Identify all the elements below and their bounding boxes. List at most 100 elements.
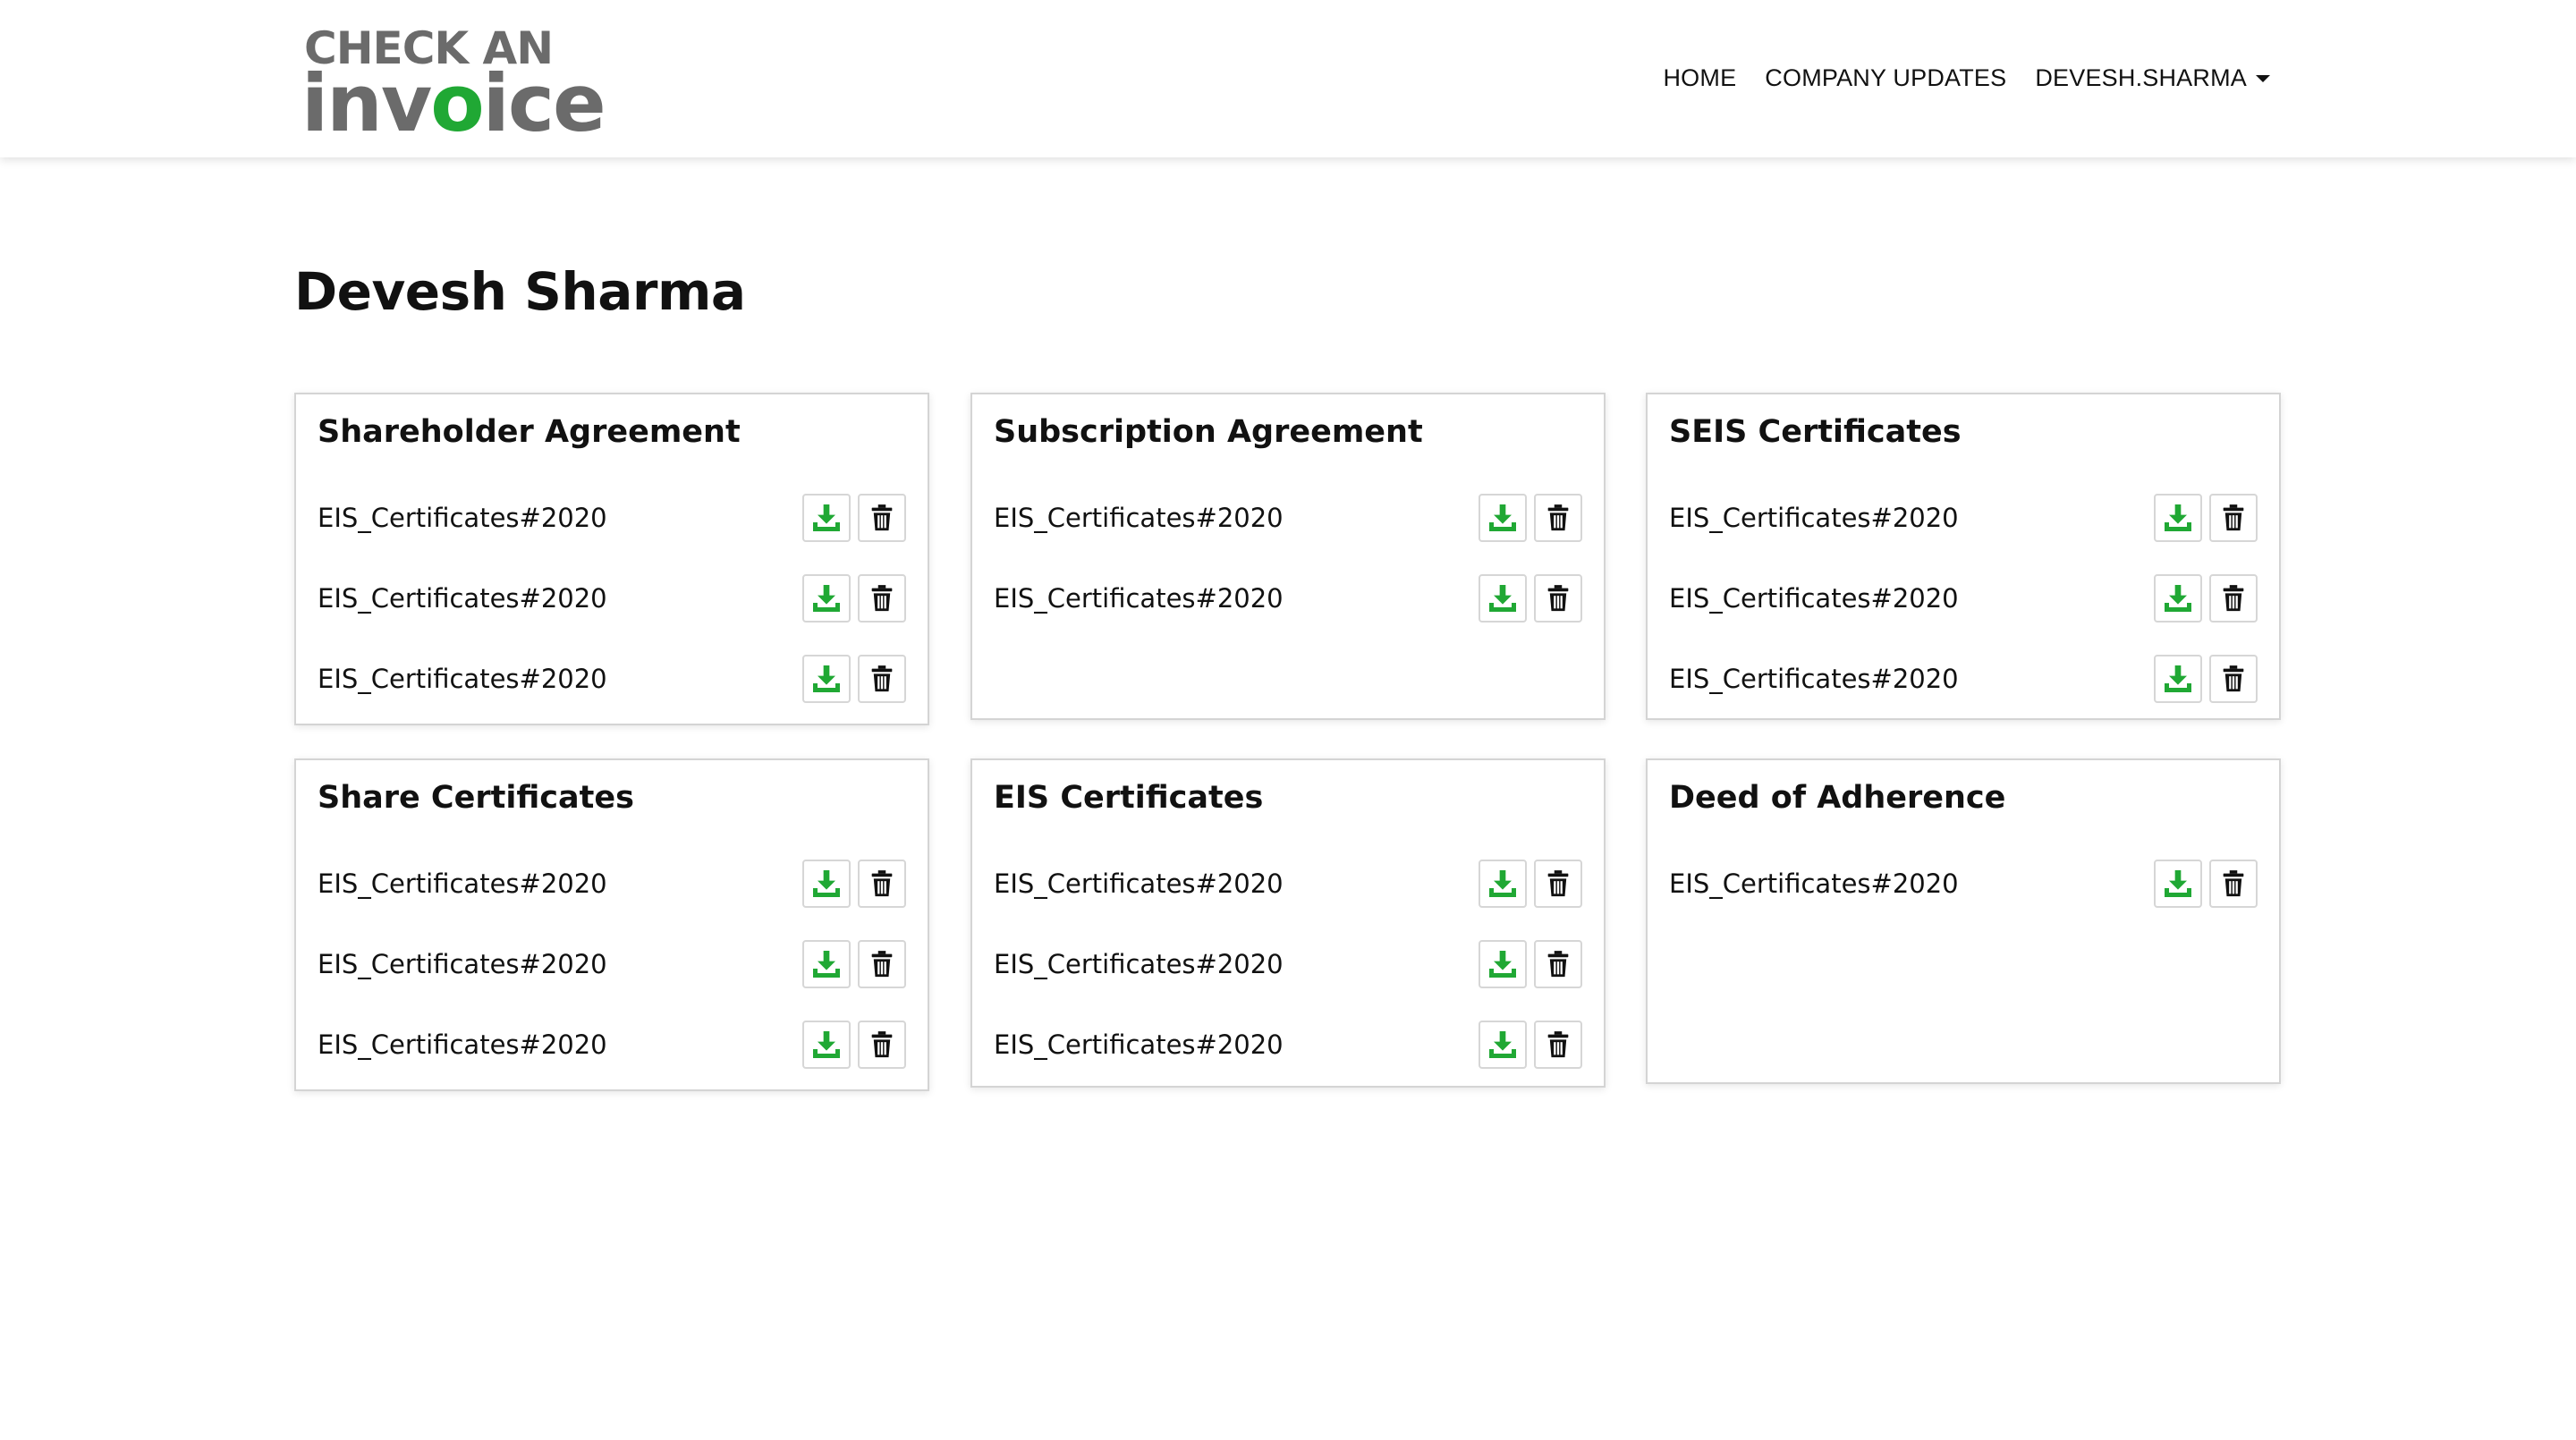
delete-button[interactable] xyxy=(858,494,906,542)
download-icon xyxy=(809,500,844,536)
top-navbar: CHECK AN invoice HOME COMPANY UPDATES DE… xyxy=(0,0,2576,157)
file-name: EIS_Certificates#2020 xyxy=(318,503,607,533)
file-row: EIS_Certificates#2020 xyxy=(994,573,1582,623)
delete-button[interactable] xyxy=(2209,574,2258,623)
download-icon xyxy=(1485,946,1521,982)
file-actions xyxy=(802,1021,906,1069)
download-button[interactable] xyxy=(1479,1021,1527,1069)
trash-icon xyxy=(2218,503,2249,533)
file-name: EIS_Certificates#2020 xyxy=(1669,664,1959,694)
card-title: Deed of Adherence xyxy=(1669,780,2006,816)
logo-text-c: ice xyxy=(482,57,606,149)
brand-logo[interactable]: CHECK AN invoice xyxy=(301,25,623,143)
download-button[interactable] xyxy=(802,494,851,542)
file-row: EIS_Certificates#2020 xyxy=(994,1020,1582,1070)
file-row: EIS_Certificates#2020 xyxy=(318,939,906,989)
delete-button[interactable] xyxy=(858,1021,906,1069)
trash-icon xyxy=(1543,949,1573,979)
download-icon xyxy=(809,866,844,902)
file-row: EIS_Certificates#2020 xyxy=(1669,859,2258,909)
file-actions xyxy=(2154,574,2258,623)
file-actions xyxy=(802,655,906,703)
file-actions xyxy=(2154,655,2258,703)
file-actions xyxy=(1479,940,1582,988)
file-row: EIS_Certificates#2020 xyxy=(318,654,906,704)
download-button[interactable] xyxy=(1479,860,1527,908)
download-button[interactable] xyxy=(802,1021,851,1069)
download-icon xyxy=(2160,866,2196,902)
document-card-eis-certificates: EIS Certificates EIS_Certificates#2020 E… xyxy=(970,758,1606,1088)
trash-icon xyxy=(867,949,897,979)
download-icon xyxy=(2160,661,2196,697)
file-actions xyxy=(802,494,906,542)
delete-button[interactable] xyxy=(1534,574,1582,623)
download-button[interactable] xyxy=(2154,574,2202,623)
file-actions xyxy=(802,574,906,623)
download-icon xyxy=(1485,580,1521,616)
nav-company-updates-link[interactable]: COMPANY UPDATES xyxy=(1765,64,2006,92)
download-icon xyxy=(809,1027,844,1063)
file-actions xyxy=(1479,574,1582,623)
user-menu-label: DEVESH.SHARMA xyxy=(2035,64,2247,91)
trash-icon xyxy=(867,583,897,614)
file-row: EIS_Certificates#2020 xyxy=(318,493,906,543)
trash-icon xyxy=(867,664,897,694)
download-icon xyxy=(1485,866,1521,902)
delete-button[interactable] xyxy=(858,574,906,623)
file-name: EIS_Certificates#2020 xyxy=(994,1029,1284,1060)
user-menu-dropdown[interactable]: DEVESH.SHARMA xyxy=(2035,64,2270,92)
file-row: EIS_Certificates#2020 xyxy=(1669,493,2258,543)
download-button[interactable] xyxy=(802,940,851,988)
delete-button[interactable] xyxy=(2209,494,2258,542)
download-button[interactable] xyxy=(2154,494,2202,542)
delete-button[interactable] xyxy=(2209,860,2258,908)
card-title: Share Certificates xyxy=(318,780,634,816)
page-title: Devesh Sharma xyxy=(294,261,746,322)
download-button[interactable] xyxy=(1479,494,1527,542)
logo-text-a: inv xyxy=(301,57,432,149)
download-icon xyxy=(809,946,844,982)
delete-button[interactable] xyxy=(1534,860,1582,908)
download-button[interactable] xyxy=(802,860,851,908)
delete-button[interactable] xyxy=(858,655,906,703)
caret-down-icon xyxy=(2256,75,2270,83)
delete-button[interactable] xyxy=(1534,494,1582,542)
file-name: EIS_Certificates#2020 xyxy=(318,583,607,614)
file-name: EIS_Certificates#2020 xyxy=(318,868,607,899)
trash-icon xyxy=(1543,583,1573,614)
logo-line-2: invoice xyxy=(301,64,606,143)
download-button[interactable] xyxy=(802,574,851,623)
file-name: EIS_Certificates#2020 xyxy=(1669,868,1959,899)
file-actions xyxy=(802,860,906,908)
file-name: EIS_Certificates#2020 xyxy=(994,503,1284,533)
delete-button[interactable] xyxy=(2209,655,2258,703)
delete-button[interactable] xyxy=(1534,1021,1582,1069)
download-icon xyxy=(1485,500,1521,536)
download-button[interactable] xyxy=(2154,655,2202,703)
main-nav: HOME COMPANY UPDATES DEVESH.SHARMA xyxy=(1663,55,2270,100)
download-button[interactable] xyxy=(1479,940,1527,988)
document-card-seis-certificates: SEIS Certificates EIS_Certificates#2020 … xyxy=(1646,393,2281,720)
delete-button[interactable] xyxy=(858,860,906,908)
card-title: EIS Certificates xyxy=(994,780,1264,816)
file-actions xyxy=(2154,860,2258,908)
trash-icon xyxy=(1543,1029,1573,1060)
document-card-deed-of-adherence: Deed of Adherence EIS_Certificates#2020 xyxy=(1646,758,2281,1084)
trash-icon xyxy=(2218,583,2249,614)
download-icon xyxy=(1485,1027,1521,1063)
delete-button[interactable] xyxy=(1534,940,1582,988)
file-row: EIS_Certificates#2020 xyxy=(1669,654,2258,704)
download-icon xyxy=(2160,580,2196,616)
file-row: EIS_Certificates#2020 xyxy=(318,859,906,909)
logo-text-accent: o xyxy=(430,57,484,149)
download-button[interactable] xyxy=(2154,860,2202,908)
nav-home-link[interactable]: HOME xyxy=(1663,64,1736,92)
file-name: EIS_Certificates#2020 xyxy=(318,949,607,979)
download-icon xyxy=(809,661,844,697)
file-row: EIS_Certificates#2020 xyxy=(994,939,1582,989)
delete-button[interactable] xyxy=(858,940,906,988)
download-icon xyxy=(809,580,844,616)
download-button[interactable] xyxy=(802,655,851,703)
file-row: EIS_Certificates#2020 xyxy=(318,573,906,623)
download-button[interactable] xyxy=(1479,574,1527,623)
